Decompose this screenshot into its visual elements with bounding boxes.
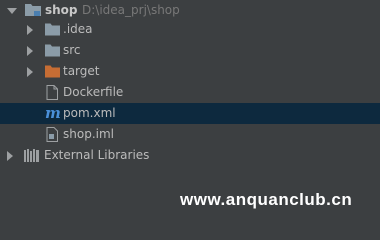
- tree-item-target[interactable]: target: [0, 61, 380, 82]
- tree-root-shop[interactable]: shop D:\idea_prj\shop: [0, 0, 380, 21]
- folder-icon: [45, 44, 60, 60]
- root-name: shop: [45, 3, 78, 17]
- tree-item-src[interactable]: src: [0, 40, 380, 61]
- root-path: D:\idea_prj\shop: [82, 3, 180, 17]
- tree-item-label: Dockerfile: [63, 85, 124, 99]
- maven-icon: m: [45, 104, 61, 122]
- expand-arrow-icon[interactable]: [7, 151, 13, 161]
- tree-item-dockerfile[interactable]: Dockerfile: [0, 82, 380, 103]
- tree-item-label: src: [63, 43, 81, 57]
- folder-module-icon: [25, 3, 41, 20]
- collapse-arrow-icon[interactable]: [7, 8, 17, 14]
- tree-item-pom-xml[interactable]: m pom.xml: [0, 103, 380, 124]
- expand-arrow-icon[interactable]: [27, 25, 33, 35]
- tree-item-label: shop.iml: [63, 127, 114, 141]
- tree-item-label: target: [63, 64, 100, 78]
- iml-file-icon: [46, 127, 58, 145]
- tree-item-label: External Libraries: [44, 148, 150, 162]
- file-icon: [46, 85, 58, 103]
- folder-excluded-icon: [45, 65, 60, 81]
- tree-item-label: .idea: [63, 22, 93, 36]
- tree-item-label: pom.xml: [63, 106, 116, 120]
- library-icon: [24, 149, 40, 165]
- expand-arrow-icon[interactable]: [27, 46, 33, 56]
- tree-item-external-libraries[interactable]: External Libraries: [0, 145, 380, 166]
- folder-icon: [45, 23, 60, 39]
- tree-item-shop-iml[interactable]: shop.iml: [0, 124, 380, 145]
- tree-item-idea[interactable]: .idea: [0, 19, 380, 40]
- watermark: www.anquanclub.cn: [180, 190, 353, 209]
- expand-arrow-icon[interactable]: [27, 67, 33, 77]
